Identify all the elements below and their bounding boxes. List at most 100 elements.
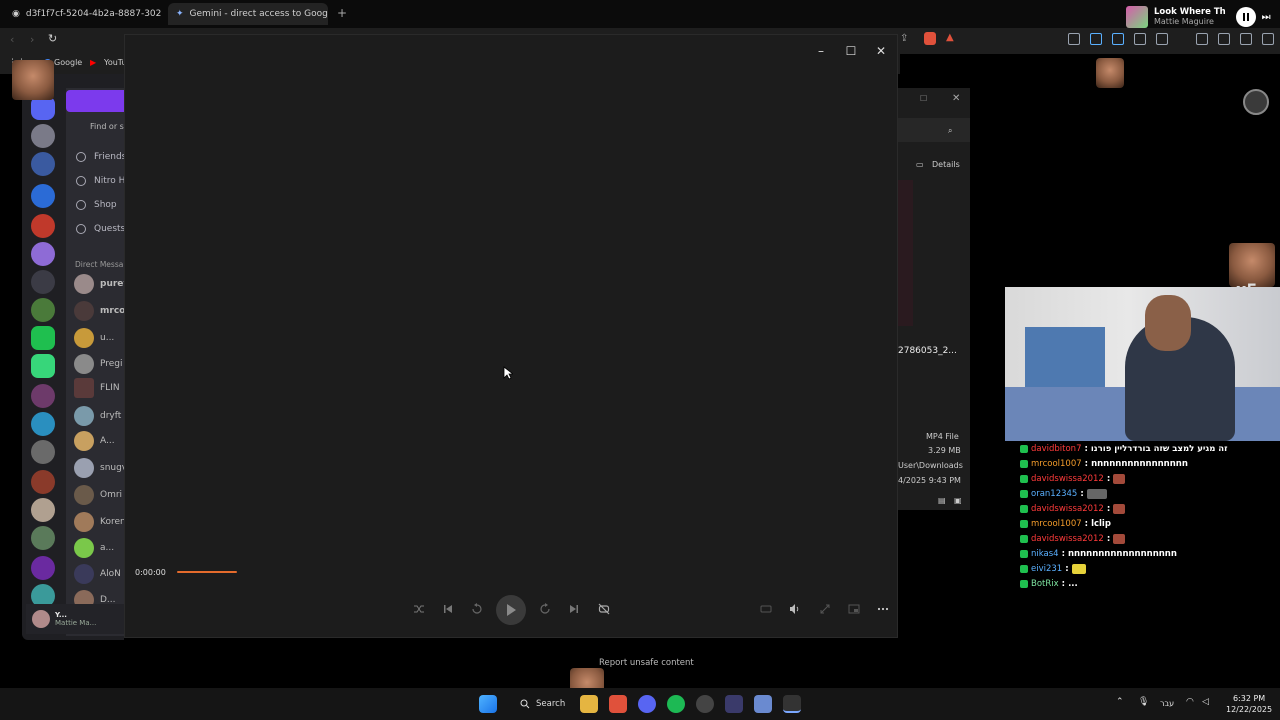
nav-friends[interactable]: Friends <box>76 152 124 162</box>
dm-item[interactable]: FLIN <box>74 378 120 398</box>
taskbar-search[interactable]: Search <box>512 694 568 714</box>
rewind-10-icon[interactable] <box>469 601 485 617</box>
new-tab-button[interactable]: + <box>337 6 347 20</box>
server-icon[interactable] <box>31 214 55 238</box>
nav-nitro[interactable]: Nitro H <box>76 176 124 186</box>
server-icon[interactable] <box>31 298 55 322</box>
seek-bar[interactable] <box>177 571 237 573</box>
user-panel[interactable]: Y... Mattie Ma... <box>26 604 124 634</box>
server-icon[interactable] <box>31 184 55 208</box>
next-icon[interactable] <box>566 601 582 617</box>
extension-icon[interactable] <box>1112 33 1124 45</box>
app-icon[interactable] <box>754 695 772 713</box>
close-icon[interactable]: ✕ <box>952 93 960 104</box>
forward-icon[interactable]: › <box>30 33 34 46</box>
browser-tab[interactable]: ◉ d3f1f7cf-5204-4b2a-8887-3025f6022... <box>4 3 162 25</box>
puzzle-icon[interactable] <box>1134 33 1146 45</box>
maximize-icon[interactable]: ☐ <box>841 41 861 61</box>
pause-button[interactable] <box>1235 7 1256 27</box>
server-icon[interactable] <box>31 556 55 580</box>
brave-browser-icon[interactable] <box>609 695 627 713</box>
server-icon[interactable] <box>31 440 55 464</box>
mouse-cursor-icon <box>503 366 513 380</box>
dm-search-input[interactable]: Find or st <box>90 122 124 131</box>
sidebar-icon[interactable] <box>1196 33 1208 45</box>
details-button[interactable]: Details <box>932 160 960 169</box>
explorer-search-input[interactable] <box>896 118 970 142</box>
close-icon[interactable]: ✕ <box>871 41 891 61</box>
profile-avatar[interactable] <box>1243 89 1269 115</box>
nitro-banner[interactable] <box>66 90 124 112</box>
minimize-icon[interactable]: – <box>811 41 831 61</box>
tile-view-icon[interactable]: ▣ <box>954 496 962 505</box>
media-player-taskbar-icon[interactable] <box>783 695 801 713</box>
split-icon[interactable] <box>1218 33 1230 45</box>
nav-quests[interactable]: Quests <box>76 224 124 234</box>
mini-player-icon[interactable] <box>846 601 862 617</box>
speaker-icon[interactable]: ◁ <box>1202 697 1209 707</box>
server-icon[interactable] <box>31 354 55 378</box>
captions-icon[interactable] <box>758 601 774 617</box>
nav-shop[interactable]: Shop <box>76 200 117 210</box>
brave-rewards-icon[interactable]: ▲ <box>946 32 954 43</box>
repeat-off-icon[interactable] <box>596 601 612 617</box>
kick-server-icon[interactable] <box>31 326 55 350</box>
clock[interactable]: 6:32 PM 12/22/2025 <box>1226 693 1272 715</box>
browser-tab-active[interactable]: ✦ Gemini - direct access to Google ✕ <box>168 3 328 25</box>
dm-item[interactable]: Koren <box>74 512 124 532</box>
dm-item[interactable]: u... <box>74 328 114 348</box>
start-menu-icon[interactable] <box>479 695 497 713</box>
media-notification[interactable]: Look Where Th Mattie Maguire ⏭ <box>1122 3 1280 31</box>
reload-icon[interactable]: ↻ <box>48 32 57 45</box>
file-type: MP4 File <box>926 432 959 441</box>
steam-icon[interactable] <box>696 695 714 713</box>
leo-icon[interactable] <box>1240 33 1252 45</box>
language-indicator[interactable]: עבר <box>1160 699 1174 708</box>
server-icon[interactable] <box>31 470 55 494</box>
server-icon[interactable] <box>31 412 55 436</box>
audio-icon[interactable] <box>1090 33 1102 45</box>
volume-icon[interactable] <box>787 601 803 617</box>
server-icon[interactable] <box>31 270 55 294</box>
dm-item[interactable]: A... <box>74 431 115 451</box>
list-view-icon[interactable]: ▤ <box>938 496 946 505</box>
server-icon[interactable] <box>31 526 55 550</box>
forward-30-icon[interactable] <box>537 601 553 617</box>
server-icon[interactable] <box>31 242 55 266</box>
tray-expand-icon[interactable]: ⌃ <box>1116 697 1124 707</box>
chat-emote <box>1113 504 1126 514</box>
previous-icon[interactable] <box>440 601 456 617</box>
vpn-icon[interactable] <box>1262 33 1274 45</box>
play-button[interactable] <box>496 595 526 625</box>
file-explorer-icon[interactable] <box>580 695 598 713</box>
dm-item[interactable]: AloN <box>74 564 121 584</box>
wallet-icon[interactable] <box>1156 33 1168 45</box>
wifi-icon[interactable]: ◠ <box>1186 697 1194 707</box>
dm-item[interactable]: snugv <box>74 458 124 478</box>
bookmark-google[interactable]: Google <box>54 58 82 67</box>
spotify-icon[interactable] <box>667 695 685 713</box>
reader-icon[interactable] <box>1068 33 1080 45</box>
report-unsafe-content-link[interactable]: Report unsafe content <box>599 658 694 668</box>
shuffle-icon[interactable] <box>411 601 427 617</box>
server-icon[interactable] <box>31 498 55 522</box>
dm-item[interactable]: mrco <box>74 301 124 321</box>
share-icon[interactable]: ⇪ <box>900 33 908 44</box>
dm-item[interactable]: dryft <box>74 406 121 426</box>
brave-shields-icon[interactable] <box>924 32 936 45</box>
next-track-icon[interactable]: ⏭ <box>1262 12 1271 23</box>
server-icon[interactable] <box>31 384 55 408</box>
maximize-icon[interactable]: ☐ <box>920 94 927 103</box>
server-icon[interactable] <box>31 152 55 176</box>
dm-item[interactable]: Omri <box>74 485 122 505</box>
dm-item[interactable]: purey <box>74 274 124 294</box>
app-icon[interactable] <box>725 695 743 713</box>
dm-item[interactable]: a... <box>74 538 114 558</box>
microphone-icon[interactable]: 🎙 <box>1138 697 1149 707</box>
more-options-icon[interactable] <box>875 601 891 617</box>
back-icon[interactable]: ‹ <box>10 33 14 46</box>
server-icon[interactable] <box>31 124 55 148</box>
fullscreen-icon[interactable] <box>817 601 833 617</box>
dm-item[interactable]: Pregi <box>74 354 123 374</box>
discord-icon[interactable] <box>638 695 656 713</box>
